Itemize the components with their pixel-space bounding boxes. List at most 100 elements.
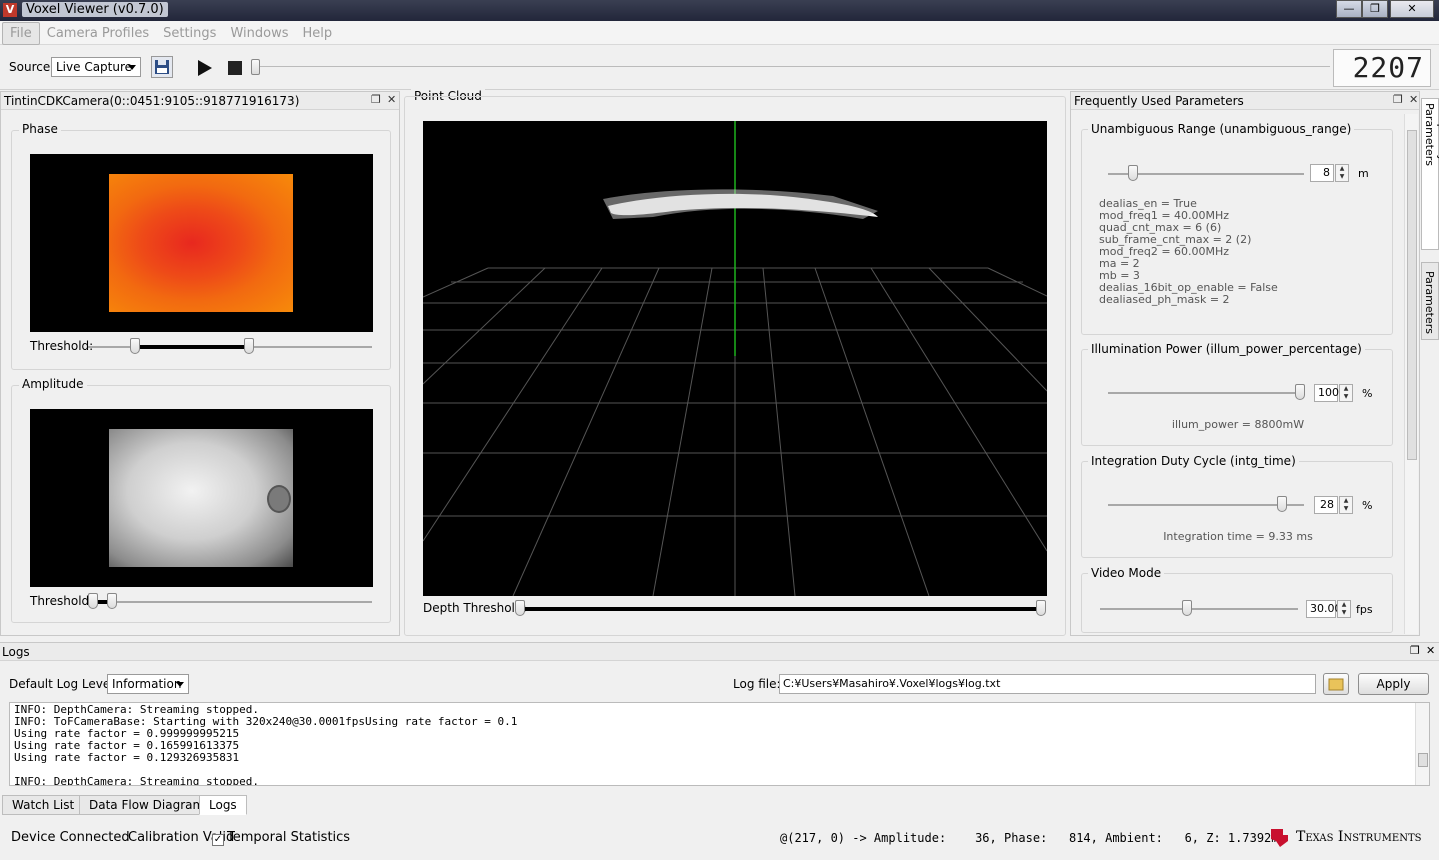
float-icon[interactable]: ❐ xyxy=(371,93,381,106)
window-title: Voxel Viewer (v0.7.0) xyxy=(22,2,168,17)
tab-logs[interactable]: Logs xyxy=(199,795,247,815)
spin-arrows-icon[interactable]: ▲ ▼ xyxy=(1337,600,1351,618)
tab-watch-list[interactable]: Watch List xyxy=(2,795,85,815)
amplitude-feature xyxy=(267,485,291,513)
camera-panel-title-text: TintinCDKCamera(0::0451:9105::9187719161… xyxy=(4,94,300,108)
menu-camera-profiles[interactable]: Camera Profiles xyxy=(40,23,156,44)
maximize-button[interactable]: ❐ xyxy=(1362,0,1388,18)
log-file-label: Log file: xyxy=(733,677,781,691)
toolbar: Source: Live Capture 2207 xyxy=(0,46,1439,90)
source-select[interactable]: Live Capture xyxy=(51,57,141,77)
video-handle[interactable] xyxy=(1182,600,1192,616)
params-scrollbar[interactable] xyxy=(1404,114,1418,634)
depth-threshold-high-handle[interactable] xyxy=(1036,600,1046,616)
browse-button[interactable] xyxy=(1323,673,1349,695)
playback-track[interactable] xyxy=(254,66,1330,67)
menu-windows[interactable]: Windows xyxy=(223,23,295,44)
log-level-select[interactable]: Information xyxy=(107,674,189,694)
unambiguous-spinbox[interactable]: 8 ▲ ▼ xyxy=(1310,164,1349,182)
illum-note: illum_power = 8800mW xyxy=(1171,418,1305,431)
side-tab-frequent[interactable]: Frequently Used Parameters xyxy=(1421,98,1439,250)
illum-spinbox[interactable]: 100 ▲ ▼ xyxy=(1314,384,1353,402)
depth-threshold-range[interactable] xyxy=(520,607,1042,611)
title-bar: V Voxel Viewer (v0.7.0) — ❐ ✕ xyxy=(0,0,1439,21)
illum-track[interactable] xyxy=(1108,392,1304,394)
unambiguous-handle[interactable] xyxy=(1128,165,1138,181)
menu-settings[interactable]: Settings xyxy=(156,23,223,44)
side-tab-parameters[interactable]: Parameters xyxy=(1421,262,1439,340)
params-scrollbar-thumb[interactable] xyxy=(1407,130,1417,460)
menu-file[interactable]: File xyxy=(2,22,40,45)
integration-title: Integration Duty Cycle (intg_time) xyxy=(1088,454,1299,468)
temporal-statistics-toggle[interactable]: ✓ Temporal Statistics xyxy=(209,830,350,846)
chevron-down-icon xyxy=(128,65,136,70)
integration-note: Integration time = 9.33 ms xyxy=(1163,530,1313,543)
video-track[interactable] xyxy=(1100,608,1298,610)
stop-button[interactable] xyxy=(227,60,243,76)
amplitude-threshold-track[interactable] xyxy=(88,601,372,603)
logs-panel: Logs ❐ ✕ Default Log Level: Information … xyxy=(0,642,1439,794)
unambiguous-unit: m xyxy=(1358,167,1369,180)
camera-panel-title: TintinCDKCamera(0::0451:9105::9187719161… xyxy=(1,92,399,110)
illum-unit: % xyxy=(1362,387,1373,400)
logs-title-bar: Logs ❐ ✕ xyxy=(0,643,1439,661)
spin-arrows-icon[interactable]: ▲ ▼ xyxy=(1335,164,1349,182)
phase-threshold-low-handle[interactable] xyxy=(130,338,140,354)
illum-title: Illumination Power (illum_power_percenta… xyxy=(1088,342,1365,356)
point-cloud-view[interactable] xyxy=(423,121,1047,596)
log-level-value: Information xyxy=(112,677,182,691)
log-scrollbar-thumb[interactable] xyxy=(1418,753,1428,767)
texas-instruments-logo-icon xyxy=(1271,829,1288,847)
close-button[interactable]: ✕ xyxy=(1390,0,1434,18)
play-button[interactable] xyxy=(196,58,214,78)
chevron-down-icon xyxy=(176,682,184,687)
integration-unit: % xyxy=(1362,499,1373,512)
integration-spinbox[interactable]: 28 ▲ ▼ xyxy=(1314,496,1353,514)
close-icon[interactable]: ✕ xyxy=(1409,93,1418,106)
temporal-statistics-checkbox[interactable]: ✓ xyxy=(212,834,224,846)
save-button[interactable] xyxy=(151,56,173,78)
illum-handle[interactable] xyxy=(1295,384,1305,400)
source-select-value: Live Capture xyxy=(56,60,133,74)
amplitude-grayscale xyxy=(109,429,293,567)
log-line: INFO: DepthCamera: Streaming stopped. xyxy=(14,775,260,786)
float-icon[interactable]: ❐ xyxy=(1393,93,1403,106)
depth-threshold-low-handle[interactable] xyxy=(515,600,525,616)
integration-value: 28 xyxy=(1320,498,1334,511)
integration-track[interactable] xyxy=(1108,504,1304,506)
integration-handle[interactable] xyxy=(1277,496,1287,512)
close-icon[interactable]: ✕ xyxy=(387,93,396,106)
log-line: Using rate factor = 0.129326935831 xyxy=(14,751,240,764)
log-scrollbar[interactable] xyxy=(1415,703,1429,785)
close-icon[interactable]: ✕ xyxy=(1426,644,1435,657)
folder-icon xyxy=(1328,678,1344,691)
spin-arrows-icon[interactable]: ▲ ▼ xyxy=(1339,384,1353,402)
status-device: Device Connected xyxy=(11,830,130,845)
menu-help[interactable]: Help xyxy=(295,23,339,44)
unambiguous-value: 8 xyxy=(1323,166,1330,179)
source-label: Source: xyxy=(9,60,55,74)
point-cloud-panel: Point Cloud Depth Threshold: xyxy=(404,89,1066,636)
phase-threshold-range xyxy=(136,345,250,349)
play-icon xyxy=(198,60,212,76)
spin-arrows-icon[interactable]: ▲ ▼ xyxy=(1339,496,1353,514)
amplitude-threshold-high-handle[interactable] xyxy=(107,593,117,609)
phase-threshold-high-handle[interactable] xyxy=(244,338,254,354)
float-icon[interactable]: ❐ xyxy=(1410,644,1420,657)
detail-line: dealiased_ph_mask = 2 xyxy=(1099,293,1230,306)
camera-panel: TintinCDKCamera(0::0451:9105::9187719161… xyxy=(0,91,400,636)
log-output[interactable]: INFO: DepthCamera: Streaming stopped. IN… xyxy=(9,702,1430,786)
unambiguous-group: Unambiguous Range (unambiguous_range) 8 … xyxy=(1081,122,1393,335)
playback-handle[interactable] xyxy=(251,59,260,75)
params-panel-title-text: Frequently Used Parameters xyxy=(1074,94,1244,108)
pixel-readout: @(217, 0) -> Amplitude: 36, Phase: 814, … xyxy=(780,831,1279,845)
amplitude-threshold-low-handle[interactable] xyxy=(88,593,98,609)
log-file-input[interactable]: C:¥Users¥Masahiro¥.Voxel¥logs¥log.txt xyxy=(779,674,1316,694)
tab-data-flow-diagram[interactable]: Data Flow Diagram xyxy=(79,795,215,815)
brand-name: Texas Instruments xyxy=(1296,829,1422,845)
video-spinbox[interactable]: 30.00 ▲ ▼ xyxy=(1306,600,1351,618)
phase-title: Phase xyxy=(19,122,61,136)
apply-button[interactable]: Apply xyxy=(1358,673,1429,695)
minimize-button[interactable]: — xyxy=(1336,0,1362,18)
video-group: Video Mode 30.00 ▲ ▼ fps xyxy=(1081,566,1393,633)
